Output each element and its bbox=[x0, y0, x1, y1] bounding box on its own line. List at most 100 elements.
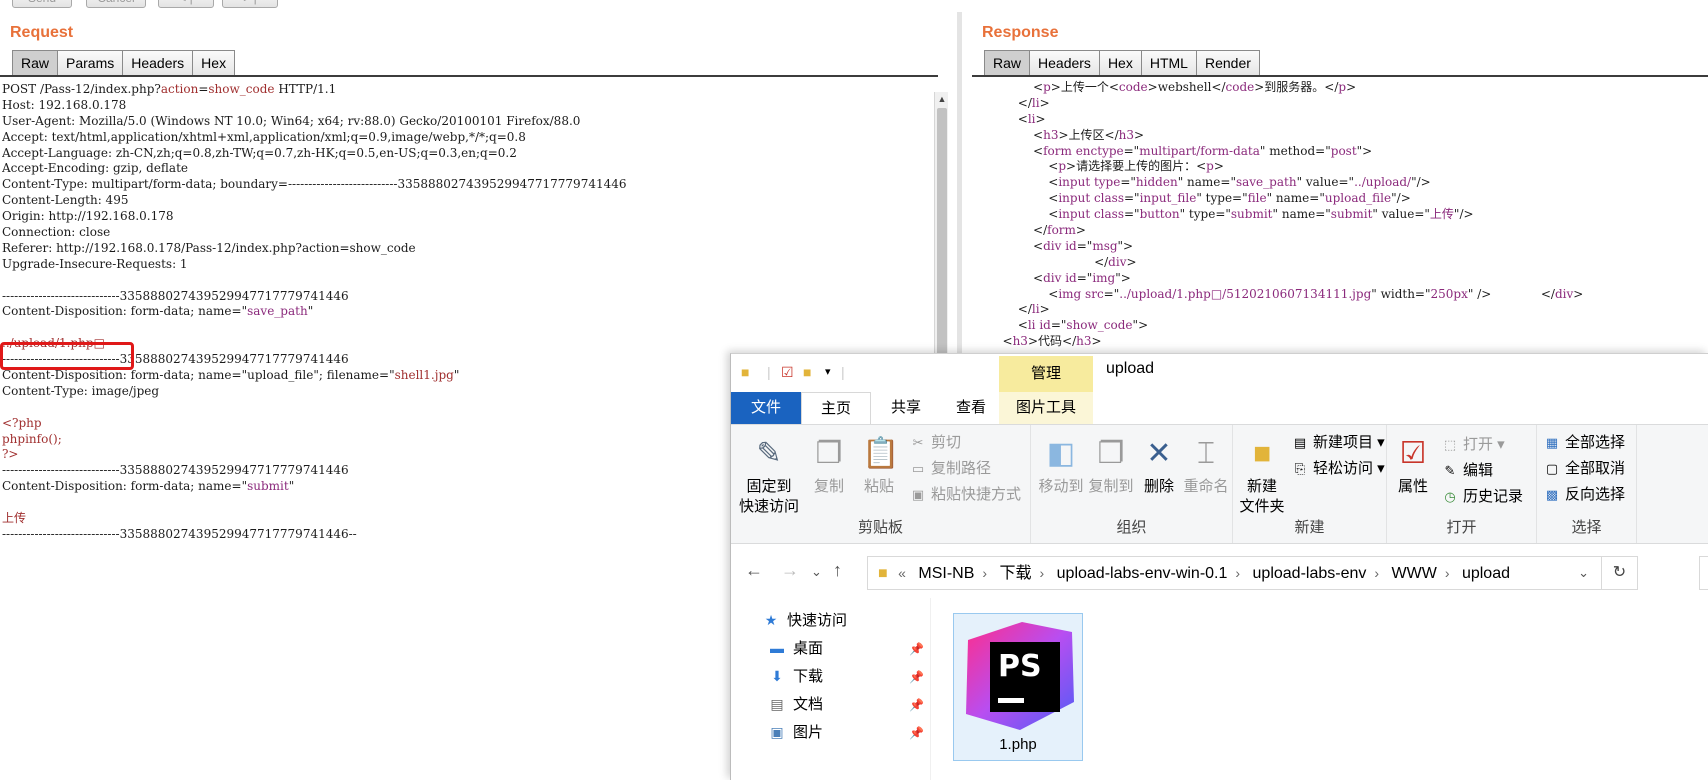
nav-item-pictures[interactable]: ▣ 图片 bbox=[767, 718, 823, 746]
desktop-icon: ▬ bbox=[770, 640, 784, 656]
rename-button[interactable]: ⌶ 重命名 bbox=[1181, 435, 1231, 497]
pin-quick-access-button[interactable]: ✎ 固定到 快速访问 bbox=[737, 435, 801, 517]
response-token: </ bbox=[972, 302, 1032, 317]
nav-item-documents[interactable]: ▤ 文档 bbox=[767, 690, 823, 718]
response-token: h3 bbox=[1076, 334, 1092, 349]
recent-dropdown-icon[interactable]: ⌄ bbox=[811, 564, 822, 580]
file-item-1-php[interactable]: PS 1.php bbox=[953, 613, 1083, 761]
delete-button[interactable]: ✕ 删除 bbox=[1139, 435, 1179, 497]
history-button[interactable]: ◷ 历史记录 bbox=[1441, 485, 1523, 509]
group-clipboard: ✎ 固定到 快速访问 ❐ 复制 📋 粘贴 ✂ 剪切 ▭ 复制路径 ▣ 粘贴快捷方式 剪… bbox=[731, 425, 1031, 543]
new-folder-icon[interactable]: ■ bbox=[803, 365, 817, 379]
request-tab-raw[interactable]: Raw bbox=[12, 50, 59, 75]
ribbon-tab-view[interactable]: 查看 bbox=[941, 392, 1001, 424]
paste-button[interactable]: 📋 粘贴 bbox=[857, 435, 901, 497]
file-explorer-window: ■ | ☑ ■ ▾ | 管理 upload 文件 主页 共享 查看 图片工具 ✎… bbox=[730, 353, 1708, 780]
request-line: Host: 192.168.0.178 bbox=[2, 98, 932, 114]
request-token: <?php bbox=[2, 415, 42, 430]
properties-button[interactable]: ☑ 属性 bbox=[1391, 435, 1435, 497]
pin-icon[interactable]: 📌 bbox=[909, 670, 924, 684]
refresh-icon[interactable]: ↻ bbox=[1602, 556, 1638, 590]
request-token: -----------------------------33588802743… bbox=[2, 288, 349, 303]
nav-item-quick-access[interactable]: ★ 快速访问 bbox=[761, 606, 847, 634]
response-token: >webshell</ bbox=[1147, 80, 1226, 94]
customize-dropdown-icon[interactable]: ▾ bbox=[825, 365, 839, 379]
response-token: " name=" bbox=[1272, 207, 1331, 222]
pin-icon[interactable]: 📌 bbox=[909, 642, 924, 656]
select-none-button[interactable]: ▢ 全部取消 bbox=[1543, 457, 1625, 481]
response-tab-html[interactable]: HTML bbox=[1140, 50, 1197, 75]
select-all-button[interactable]: ▦ 全部选择 bbox=[1543, 431, 1625, 455]
ribbon-tab-file[interactable]: 文件 bbox=[731, 392, 801, 424]
nav-item-downloads[interactable]: ⬇ 下载 bbox=[767, 662, 823, 690]
open-button[interactable]: ⬚ 打开 ▾ bbox=[1441, 433, 1505, 457]
breadcrumb-msi-nb[interactable]: MSI-NB bbox=[918, 565, 974, 582]
back-button[interactable]: < | bbox=[158, 0, 214, 8]
group-open: ☑ 属性 ⬚ 打开 ▾ ✎ 编辑 ◷ 历史记录 打开 bbox=[1387, 425, 1537, 543]
copy-button[interactable]: ❐ 复制 bbox=[807, 435, 851, 497]
response-tab-hex[interactable]: Hex bbox=[1098, 50, 1142, 75]
pin-icon[interactable]: 📌 bbox=[909, 726, 924, 740]
breadcrumb-upload-labs-env[interactable]: upload-labs-env bbox=[1253, 565, 1367, 582]
move-to-button[interactable]: ◧ 移动到 bbox=[1037, 435, 1085, 497]
response-token: "/> bbox=[1411, 175, 1431, 190]
up-arrow-icon[interactable]: ↑ bbox=[833, 560, 842, 581]
download-icon: ⬇ bbox=[771, 668, 783, 684]
easy-access-button[interactable]: ⎘ 轻松访问 ▾ bbox=[1291, 457, 1385, 481]
copy-path-button[interactable]: ▭ 复制路径 bbox=[909, 457, 991, 481]
response-token: h3 bbox=[1043, 127, 1059, 142]
new-item-button[interactable]: ▤ 新建项目 ▾ bbox=[1291, 431, 1385, 455]
response-token: < bbox=[972, 334, 1013, 349]
response-token: >上传一个< bbox=[1050, 80, 1119, 94]
send-button[interactable]: Send bbox=[12, 0, 72, 8]
cancel-button[interactable]: Cancel bbox=[86, 0, 146, 8]
response-token: </ bbox=[972, 95, 1032, 110]
request-tab-params[interactable]: Params bbox=[57, 50, 124, 75]
request-token: = bbox=[198, 82, 209, 96]
request-token: action bbox=[160, 82, 199, 96]
request-line bbox=[2, 273, 932, 289]
response-token: "> bbox=[1132, 318, 1149, 333]
search-input[interactable] bbox=[1699, 556, 1708, 590]
response-token: > bbox=[1039, 302, 1050, 317]
ribbon-tab-share[interactable]: 共享 bbox=[876, 392, 936, 424]
response-token: =" bbox=[1103, 286, 1120, 301]
address-bar[interactable]: ■ « MSI-NB › 下载 › upload-labs-env-win-0.1 ›… bbox=[867, 556, 1602, 590]
breadcrumb-upload-labs-env-win[interactable]: upload-labs-env-win-0.1 bbox=[1057, 565, 1228, 582]
response-token: =" bbox=[1124, 191, 1140, 206]
address-dropdown-icon[interactable]: ⌄ bbox=[1578, 557, 1589, 589]
response-tab-raw[interactable]: Raw bbox=[984, 50, 1031, 75]
forward-button[interactable]: > | bbox=[222, 0, 278, 8]
breadcrumb-www[interactable]: WWW bbox=[1392, 565, 1437, 582]
breadcrumb-upload[interactable]: upload bbox=[1462, 565, 1510, 582]
response-token: =" bbox=[1076, 270, 1093, 285]
properties-check-icon[interactable]: ☑ bbox=[781, 365, 795, 379]
request-tab-hex[interactable]: Hex bbox=[192, 50, 236, 75]
new-folder-button[interactable]: ■ 新建 文件夹 bbox=[1237, 435, 1287, 517]
paste-shortcut-button[interactable]: ▣ 粘贴快捷方式 bbox=[909, 483, 1021, 507]
response-token: < bbox=[972, 127, 1044, 142]
manage-tab[interactable]: 管理 bbox=[999, 356, 1093, 392]
nav-item-desktop[interactable]: ▬ 桌面 bbox=[767, 634, 823, 662]
response-token: p bbox=[1043, 80, 1051, 94]
response-tab-render[interactable]: Render bbox=[1195, 50, 1260, 75]
response-token: ../upload/1.php□/5120210607134111.jpg bbox=[1119, 286, 1372, 301]
response-token: >请选择要上传的图片：< bbox=[1066, 159, 1207, 174]
pin-icon[interactable]: 📌 bbox=[909, 698, 924, 712]
forward-arrow-icon[interactable]: → bbox=[781, 560, 799, 581]
invert-selection-button[interactable]: ▩ 反向选择 bbox=[1543, 483, 1625, 507]
request-tab-headers[interactable]: Headers bbox=[122, 50, 194, 75]
scroll-up-arrow-icon[interactable]: ▲ bbox=[935, 92, 949, 106]
response-tab-headers[interactable]: Headers bbox=[1029, 50, 1100, 75]
edit-button[interactable]: ✎ 编辑 bbox=[1441, 459, 1493, 483]
back-arrow-icon[interactable]: ← bbox=[745, 560, 763, 581]
response-viewer[interactable]: <p>上传一个<code>webshell</code>到服务器。</p> </… bbox=[972, 80, 1708, 380]
cut-button[interactable]: ✂ 剪切 bbox=[909, 431, 961, 455]
breadcrumb-downloads[interactable]: 下载 bbox=[1000, 565, 1032, 582]
copy-icon: ❐ bbox=[815, 437, 843, 470]
request-token: Content-Disposition: form-data; name="up… bbox=[2, 368, 395, 383]
ribbon-tab-picture-tools[interactable]: 图片工具 bbox=[999, 392, 1093, 424]
ribbon-tab-home[interactable]: 主页 bbox=[801, 392, 871, 424]
response-token: li bbox=[1031, 302, 1040, 317]
copy-to-button[interactable]: ❐ 复制到 bbox=[1087, 435, 1135, 497]
